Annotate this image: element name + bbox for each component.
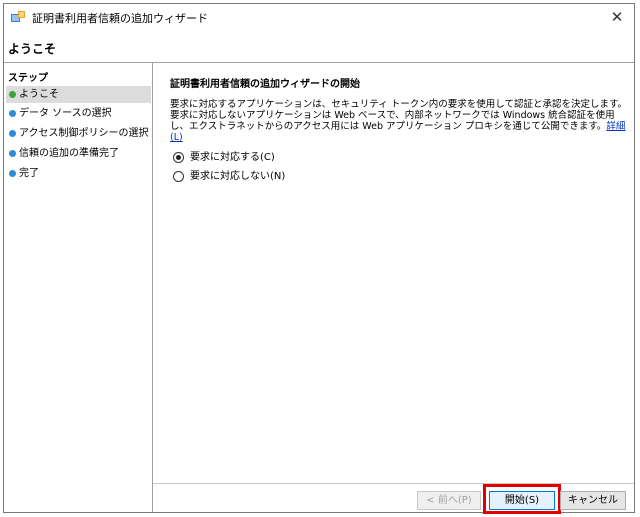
step-active-dot-icon <box>9 91 16 98</box>
close-icon: ✕ <box>610 8 624 26</box>
description-body: 要求に対応するアプリケーションは、セキュリティ トークン内の要求を使用して認証と… <box>170 99 628 132</box>
step-dot-icon <box>9 170 16 177</box>
sidebar-item-label: データ ソースの選択 <box>19 108 112 119</box>
sidebar-item-welcome: ようこそ <box>6 86 151 103</box>
close-button[interactable]: ✕ <box>606 7 628 27</box>
description-text: 要求に対応するアプリケーションは、セキュリティ トークン内の要求を使用して認証と… <box>170 99 632 143</box>
claims-aware-label: 要求に対応する(C) <box>190 152 275 163</box>
sidebar-item-ready: 信頼の追加の準備完了 <box>6 145 151 162</box>
sidebar-item-data-source: データ ソースの選択 <box>6 105 151 122</box>
title-bar: 証明書利用者信頼の追加ウィザード ✕ <box>4 4 634 32</box>
claims-aware-option[interactable]: 要求に対応する(C) <box>173 150 275 166</box>
radio-checked-icon[interactable] <box>173 152 184 163</box>
sidebar-item-label: ようこそ <box>19 89 59 100</box>
non-claims-aware-label: 要求に対応しない(N) <box>190 171 286 182</box>
sidebar-item-access-control: アクセス制御ポリシーの選択 <box>6 125 151 142</box>
sidebar-item-label: 信頼の追加の準備完了 <box>19 148 119 159</box>
step-dot-icon <box>9 110 16 117</box>
step-dot-icon <box>9 150 16 157</box>
wizard-window: 証明書利用者信頼の追加ウィザード ✕ ようこそ ステップ ようこそ データ ソー… <box>3 3 635 514</box>
window-title: 証明書利用者信頼の追加ウィザード <box>32 12 208 25</box>
steps-sidebar: ステップ ようこそ データ ソースの選択 アクセス制御ポリシーの選択 信頼の追加… <box>4 63 153 512</box>
step-dot-icon <box>9 130 16 137</box>
sidebar-item-label: アクセス制御ポリシーの選択 <box>19 128 149 139</box>
main-heading: 証明書利用者信頼の追加ウィザードの開始 <box>170 79 360 90</box>
steps-heading: ステップ <box>8 73 48 84</box>
start-button[interactable]: 開始(S) <box>489 491 555 510</box>
cancel-button[interactable]: キャンセル <box>560 491 626 510</box>
page-title: ようこそ <box>8 42 57 56</box>
button-bar: < 前へ(P) 開始(S) キャンセル <box>153 483 634 514</box>
non-claims-aware-option[interactable]: 要求に対応しない(N) <box>173 169 286 185</box>
back-button[interactable]: < 前へ(P) <box>417 491 481 510</box>
radio-unchecked-icon[interactable] <box>173 171 184 182</box>
adfs-app-icon <box>11 11 25 22</box>
main-pane: 証明書利用者信頼の追加ウィザードの開始 要求に対応するアプリケーションは、セキュ… <box>153 63 634 483</box>
sidebar-item-finish: 完了 <box>6 165 151 182</box>
sidebar-item-label: 完了 <box>19 168 39 179</box>
page-header: ようこそ <box>4 32 634 63</box>
